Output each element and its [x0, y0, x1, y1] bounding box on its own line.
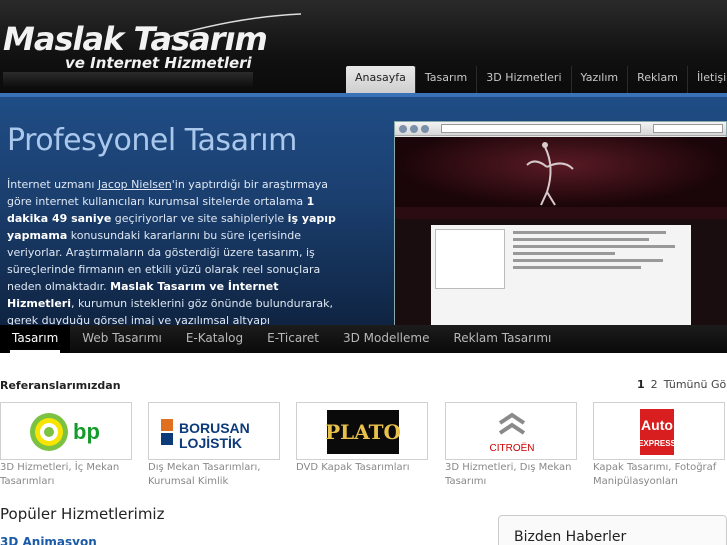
hero-section: Profesyonel Tasarım İnternet uzmanı Jaco…: [0, 93, 727, 325]
forward-icon: [410, 125, 418, 133]
top-navigation: Anasayfa Tasarım 3D Hizmetleri Yazılım R…: [346, 66, 727, 93]
bp-logo-text: bp: [73, 419, 100, 444]
hero-top-line: [0, 93, 727, 97]
references-pager: 1 2 Tümünü Gör: [637, 378, 727, 391]
tab-reklam-tasarimi[interactable]: Reklam Tasarımı: [441, 325, 563, 353]
mock-menu: [395, 207, 727, 219]
tab-web-tasarimi[interactable]: Web Tasarımı: [70, 325, 174, 353]
borusan-mark-icon: BORUSAN LOJİSTİK: [161, 419, 250, 451]
svg-text:BORUSAN: BORUSAN: [179, 420, 250, 436]
reference-item[interactable]: CITROËN 3D Hizmetleri, Dış Mekan Tasarım…: [445, 402, 577, 489]
citroen-logo[interactable]: CITROËN: [445, 402, 577, 460]
mock-text-block: [513, 231, 683, 273]
reference-caption: Dış Mekan Tasarımları, Kurumsal Kimlik: [148, 462, 261, 487]
reference-item[interactable]: BORUSAN LOJİSTİK Dış Mekan Tasarımları, …: [148, 402, 280, 489]
service-tabs: Tasarım Web Tasarımı E-Katalog E-Ticaret…: [0, 325, 727, 353]
page-1-link[interactable]: 1: [637, 378, 645, 391]
news-title: Bizden Haberler: [514, 529, 627, 545]
plato-logo[interactable]: PLATO: [296, 402, 428, 460]
borusan-logo[interactable]: BORUSAN LOJİSTİK: [148, 402, 280, 460]
reference-caption: 3D Hizmetleri, Dış Mekan Tasarımı: [445, 462, 572, 487]
reference-caption: 3D Hizmetleri, İç Mekan Tasarımları: [0, 462, 120, 487]
bp-helios-icon: bp: [30, 413, 100, 451]
svg-text:EXPRESS: EXPRESS: [638, 439, 676, 448]
logo-title: Maslak Tasarım: [3, 20, 268, 58]
mock-banner: [395, 137, 727, 207]
reference-caption: Kapak Tasarımı, Fotoğraf Manipülasyonlar…: [593, 462, 717, 487]
nav-3d-hizmetleri[interactable]: 3D Hizmetleri: [476, 66, 570, 93]
hero-text: İnternet uzmanı Jacop Nielsen'in yaptırd…: [7, 176, 347, 325]
reload-icon: [421, 125, 429, 133]
nielsen-link[interactable]: Jacop Nielsen: [98, 178, 172, 191]
nav-anasayfa[interactable]: Anasayfa: [346, 66, 415, 93]
tab-e-ticaret[interactable]: E-Ticaret: [255, 325, 331, 353]
reference-item[interactable]: bp 3D Hizmetleri, İç Mekan Tasarımları: [0, 402, 132, 489]
back-icon: [399, 125, 407, 133]
hero-text-part: geçiriyorlar ve site sahipleriyle: [111, 212, 288, 225]
mock-browser-toolbar: [395, 122, 726, 136]
mock-content: [431, 225, 691, 325]
plato-mark-icon: PLATO: [325, 410, 401, 454]
popular-services-title: Popüler Hizmetlerimiz: [0, 505, 165, 523]
browser-mockup-image: [394, 121, 727, 325]
logo-reflection: [3, 72, 253, 88]
mock-login-box: [435, 229, 505, 289]
mock-search-bar: [653, 124, 723, 133]
nav-yazilim[interactable]: Yazılım: [570, 66, 628, 93]
popular-service-link[interactable]: 3D Animasyon: [0, 535, 97, 545]
dancer-illustration-icon: [526, 142, 574, 206]
mock-url-bar: [441, 124, 641, 133]
nav-reklam[interactable]: Reklam: [627, 66, 687, 93]
auto-express-mark-icon: Auto EXPRESS: [638, 409, 677, 455]
auto-express-logo[interactable]: Auto EXPRESS: [593, 402, 725, 460]
mock-website: [395, 137, 727, 325]
svg-text:Auto: Auto: [641, 417, 673, 433]
nav-tasarim[interactable]: Tasarım: [414, 66, 476, 93]
site-header: Maslak Tasarım ve Internet Hizmetleri An…: [0, 0, 727, 93]
reference-caption: DVD Kapak Tasarımları: [296, 462, 410, 473]
reference-item[interactable]: PLATO DVD Kapak Tasarımları: [296, 402, 428, 475]
tab-tasarim[interactable]: Tasarım: [0, 325, 71, 353]
page: Maslak Tasarım ve Internet Hizmetleri An…: [0, 0, 727, 545]
references-title: Referanslarımızdan: [0, 379, 121, 392]
reference-item[interactable]: Auto EXPRESS Kapak Tasarımı, Fotoğraf Ma…: [593, 402, 725, 489]
tab-e-katalog[interactable]: E-Katalog: [174, 325, 255, 353]
site-logo[interactable]: Maslak Tasarım ve Internet Hizmetleri: [3, 13, 303, 90]
citroen-chevron-icon: CITROËN: [490, 412, 535, 454]
page-2-link[interactable]: 2: [651, 378, 658, 391]
tab-3d-modelleme[interactable]: 3D Modelleme: [331, 325, 442, 353]
svg-text:LOJİSTİK: LOJİSTİK: [179, 435, 242, 451]
bp-logo[interactable]: bp: [0, 402, 132, 460]
svg-text:PLATO: PLATO: [325, 420, 401, 444]
nav-iletisim[interactable]: İletişim: [686, 66, 727, 93]
svg-text:CITROËN: CITROËN: [490, 442, 535, 454]
hero-title: Profesyonel Tasarım: [7, 123, 297, 158]
view-all-link[interactable]: Tümünü Gör: [664, 378, 727, 391]
hero-text-part: İnternet uzmanı: [7, 178, 98, 191]
logo-subtitle: ve Internet Hizmetleri: [65, 54, 252, 72]
